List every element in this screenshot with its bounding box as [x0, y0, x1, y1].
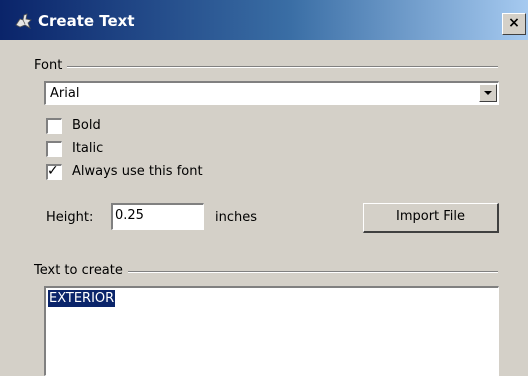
italic-label: Italic	[72, 141, 104, 156]
italic-checkbox[interactable]	[46, 141, 62, 157]
title-bar[interactable]: Create Text ×	[0, 0, 528, 40]
rhino-app-icon	[15, 13, 32, 29]
bold-label: Bold	[72, 118, 101, 133]
always-use-font-label: Always use this font	[72, 164, 203, 179]
height-input[interactable]: 0.25	[111, 203, 204, 230]
window-title: Create Text	[38, 12, 135, 30]
height-unit-label: inches	[215, 210, 258, 225]
font-dropdown[interactable]: Arial	[44, 81, 499, 105]
font-group-label: Font	[34, 58, 68, 74]
font-dropdown-value: Arial	[50, 86, 80, 101]
create-text-dialog: Create Text × Font Arial Bold Italic ✓ A…	[0, 0, 528, 376]
close-button[interactable]: ×	[502, 13, 526, 35]
bold-checkbox[interactable]	[46, 118, 62, 134]
font-group-divider	[40, 66, 498, 68]
chevron-down-icon[interactable]	[479, 84, 497, 102]
text-to-create-field[interactable]: EXTERIOR	[44, 286, 499, 376]
import-file-button[interactable]: Import File	[363, 203, 499, 233]
checkmark-icon: ✓	[47, 163, 59, 179]
selected-text: EXTERIOR	[48, 290, 116, 307]
height-label: Height:	[46, 210, 94, 225]
text-group-label: Text to create	[34, 263, 128, 279]
always-use-font-checkbox[interactable]: ✓	[46, 163, 62, 180]
close-icon: ×	[508, 15, 520, 31]
